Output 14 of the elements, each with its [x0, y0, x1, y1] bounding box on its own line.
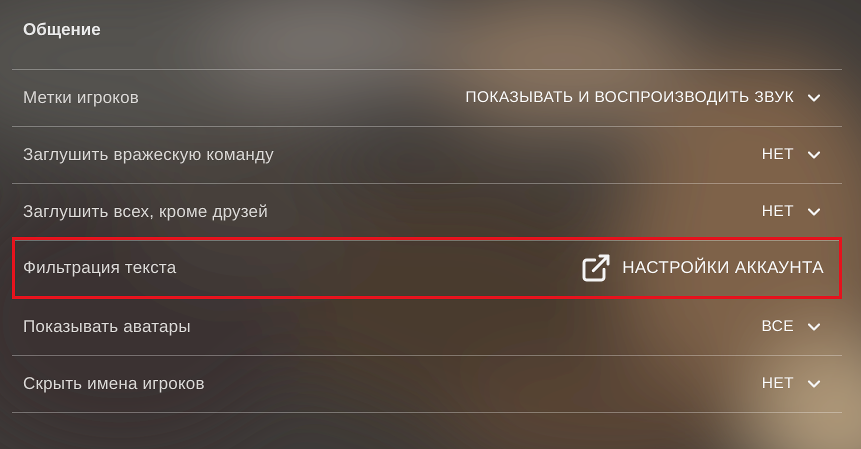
setting-label: Метки игроков [23, 88, 140, 108]
setting-label: Скрыть имена игроков [23, 374, 205, 394]
setting-label: Заглушить всех, кроме друзей [23, 202, 268, 222]
dropdown-button[interactable]: НЕТ [762, 145, 824, 165]
setting-label: Фильтрация текста [23, 258, 176, 278]
account-settings-link[interactable]: НАСТРОЙКИ АККАУНТА [580, 252, 824, 284]
dropdown-button[interactable]: ПОКАЗЫВАТЬ И ВОСПРОИЗВОДИТЬ ЗВУК [465, 88, 824, 108]
setting-label: Заглушить вражескую команду [23, 145, 274, 165]
setting-label: Показывать аватары [23, 317, 191, 337]
dropdown-button[interactable]: НЕТ [762, 202, 824, 222]
dropdown-button[interactable]: ВСЕ [761, 317, 824, 337]
section-title: Общение [23, 20, 101, 40]
dropdown-button[interactable]: НЕТ [762, 374, 824, 394]
external-link-icon [580, 252, 612, 284]
